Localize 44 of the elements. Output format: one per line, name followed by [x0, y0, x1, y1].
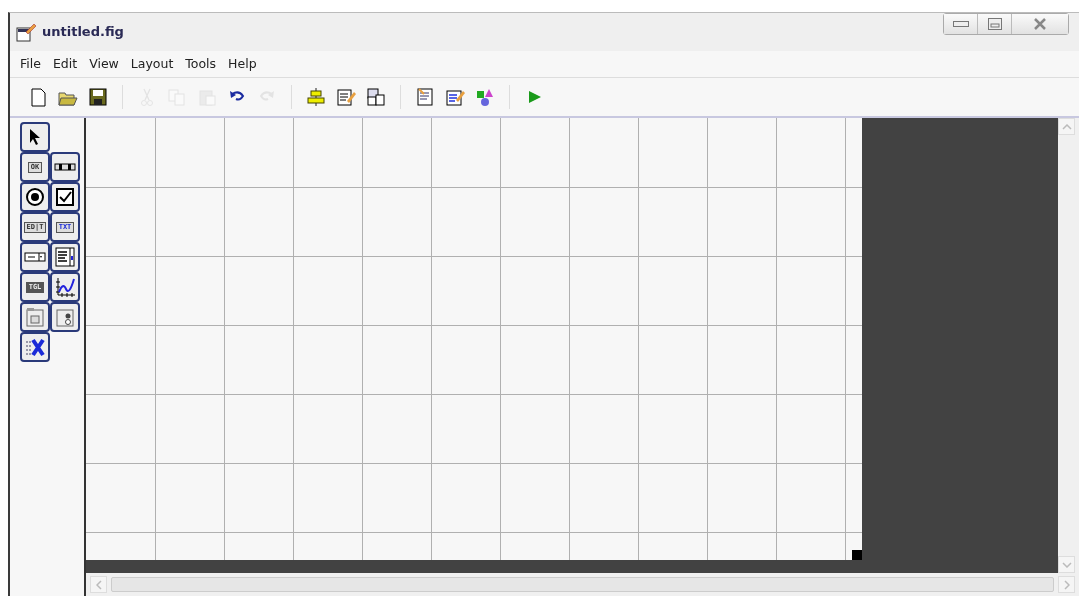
align-icon [306, 87, 326, 107]
pointer-tool[interactable] [20, 122, 50, 152]
menu-item[interactable]: Edit [46, 54, 84, 74]
new-file-icon [28, 87, 48, 107]
menu-item[interactable]: View [83, 54, 125, 74]
minimize-icon [952, 21, 969, 27]
menu-item[interactable]: File [14, 54, 47, 74]
activex-tool[interactable] [20, 332, 50, 362]
figure-icon [16, 22, 36, 42]
radio-icon [24, 186, 46, 208]
checkbox-icon [54, 186, 76, 208]
popup-menu-tool[interactable] [20, 242, 50, 272]
scroll-thumb[interactable] [111, 577, 1054, 592]
minimize-button[interactable] [944, 14, 978, 34]
align-button[interactable] [304, 85, 328, 109]
maximize-icon [987, 18, 1002, 30]
menu-item[interactable]: Layout [124, 54, 180, 74]
tab-order-icon [366, 87, 386, 107]
button-group-icon [54, 306, 76, 328]
menu-item[interactable]: Help [222, 54, 263, 74]
tab-order-button[interactable] [364, 85, 388, 109]
menu-editor-icon [336, 87, 356, 107]
close-button[interactable] [1012, 14, 1068, 34]
maximize-button[interactable] [978, 14, 1012, 34]
listbox-tool[interactable] [50, 242, 80, 272]
save-icon [88, 87, 108, 107]
slider-tool[interactable] [50, 152, 80, 182]
checkbox-tool[interactable] [50, 182, 80, 212]
inspector-icon [445, 87, 465, 107]
listbox-icon [54, 246, 76, 268]
close-icon [1033, 18, 1047, 30]
activex-icon [24, 336, 46, 358]
axes-tool[interactable] [50, 272, 80, 302]
resize-handle[interactable] [852, 550, 862, 560]
save-button[interactable] [86, 85, 110, 109]
button-group-tool[interactable] [50, 302, 80, 332]
menu-item[interactable]: Tools [179, 54, 223, 74]
window-title: untitled.fig [42, 23, 124, 42]
shapes-icon [475, 87, 495, 107]
axes-icon [54, 276, 76, 298]
panel-tool[interactable] [20, 302, 50, 332]
radio-tool[interactable] [20, 182, 50, 212]
panel-icon [24, 306, 46, 328]
editor-icon [415, 87, 435, 107]
